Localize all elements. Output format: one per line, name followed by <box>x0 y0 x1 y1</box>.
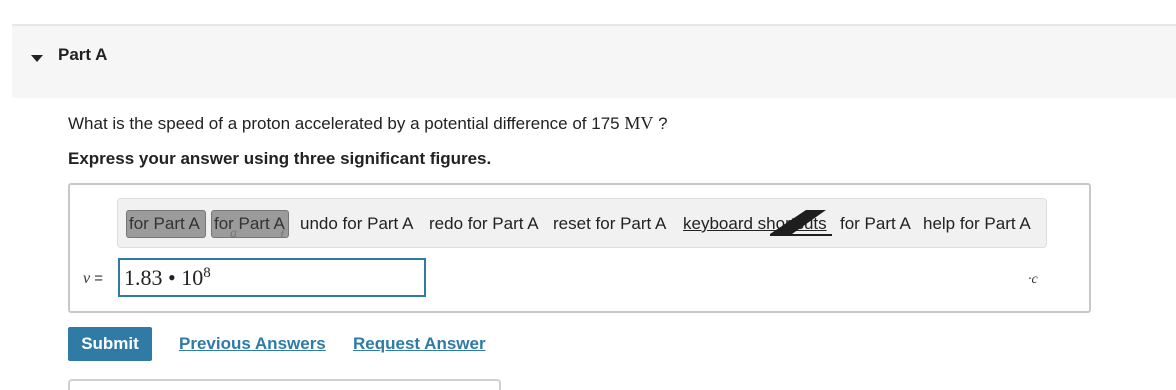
part-header[interactable]: Part A <box>12 26 1176 98</box>
answer-input[interactable]: 1.83 • 108 <box>118 258 426 297</box>
keyboard-wedge-icon <box>770 210 832 236</box>
answer-box: for Part A for Part A a f undo for Part … <box>68 183 1091 313</box>
question-mark: ? <box>658 114 668 133</box>
feedback-box <box>68 379 501 390</box>
answer-mantissa: 1.83 <box>124 265 163 290</box>
math-toolbar: for Part A for Part A a f undo for Part … <box>117 198 1047 248</box>
templates-button-2-label: for Part A <box>214 214 285 233</box>
equals-sign: = <box>94 270 104 287</box>
template-button[interactable]: for Part A <box>126 210 206 238</box>
request-answer-link[interactable]: Request Answer <box>353 334 486 354</box>
question-unit: MV <box>624 113 654 133</box>
instruction-text: Express your answer using three signific… <box>68 149 492 168</box>
undo-button[interactable]: undo for Part A <box>300 214 413 234</box>
templates-button-2[interactable]: for Part A a f <box>211 210 289 238</box>
previous-answers-link[interactable]: Previous Answers <box>179 334 326 354</box>
question-text: What is the speed of a proton accelerate… <box>68 113 668 134</box>
help-button[interactable]: help for Part A <box>923 214 1031 234</box>
answer-unit: ·c <box>1028 272 1038 287</box>
variable-symbol: v <box>83 270 91 287</box>
question-body: What is the speed of a proton accelerate… <box>68 114 620 133</box>
reset-button[interactable]: reset for Part A <box>553 214 666 234</box>
ghost-glyph-f: f <box>280 228 284 238</box>
redo-button[interactable]: redo for Part A <box>429 214 539 234</box>
answer-operator: • <box>168 265 176 290</box>
variable-label: v = <box>83 270 103 288</box>
keyboard-shortcuts-suffix: for Part A <box>840 214 911 233</box>
submit-button[interactable]: Submit <box>68 327 152 361</box>
answer-base: 10 <box>181 265 204 290</box>
ghost-glyph-a: a <box>230 226 237 238</box>
part-title: Part A <box>58 45 108 64</box>
answer-exponent: 8 <box>203 265 211 281</box>
caret-down-icon[interactable] <box>31 55 43 62</box>
